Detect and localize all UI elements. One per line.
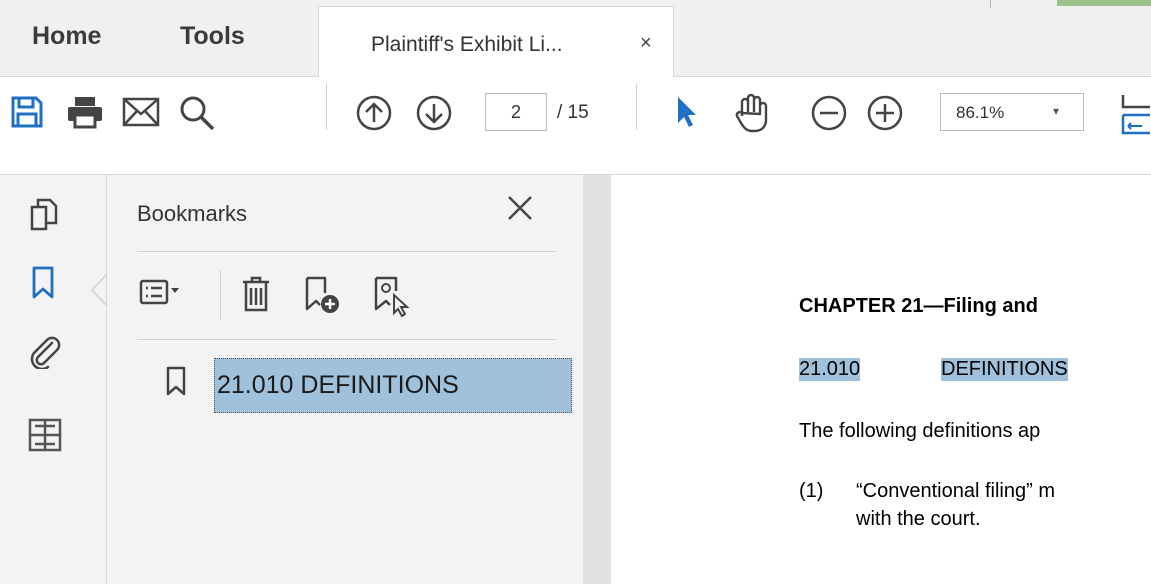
toolbar-separator bbox=[636, 84, 637, 130]
page-number-input[interactable]: 2 bbox=[485, 93, 547, 131]
search-icon[interactable] bbox=[178, 94, 216, 132]
hand-tool-icon[interactable] bbox=[732, 92, 772, 134]
layers-icon[interactable] bbox=[27, 417, 63, 453]
delete-icon[interactable] bbox=[240, 275, 272, 313]
navigation-rail bbox=[0, 175, 107, 584]
email-icon[interactable] bbox=[122, 97, 160, 127]
document-tab[interactable]: Plaintiff's Exhibit Li... × bbox=[318, 6, 674, 77]
page-down-icon[interactable] bbox=[415, 94, 453, 132]
accent-strip bbox=[1057, 0, 1151, 6]
new-bookmark-icon[interactable] bbox=[303, 275, 341, 315]
toolbar-separator bbox=[220, 270, 221, 320]
attachment-icon[interactable] bbox=[28, 335, 62, 369]
bookmark-from-selection-icon[interactable] bbox=[372, 275, 412, 317]
home-tab[interactable]: Home bbox=[32, 22, 101, 51]
zoom-select[interactable]: 86.1% ▾ bbox=[940, 93, 1084, 131]
close-icon[interactable] bbox=[505, 193, 535, 223]
fit-page-icon[interactable] bbox=[1120, 93, 1151, 135]
page-up-icon[interactable] bbox=[355, 94, 393, 132]
toolbar-separator bbox=[326, 84, 327, 130]
chapter-heading: CHAPTER 21—Filing and bbox=[799, 295, 1038, 317]
tab-bar: Home Tools Plaintiff's Exhibit Li... × bbox=[0, 0, 1151, 77]
section-title: DEFINITIONS bbox=[941, 358, 1068, 381]
bookmark-icon[interactable] bbox=[30, 265, 56, 301]
print-icon[interactable] bbox=[66, 95, 104, 129]
options-menu-icon[interactable] bbox=[139, 278, 183, 308]
document-page: CHAPTER 21—Filing and 21.010 DEFINITIONS… bbox=[611, 175, 1151, 584]
page-total: / 15 bbox=[557, 102, 589, 123]
bookmarks-panel: Bookmarks 21.010 DEFINITIONS bbox=[107, 175, 583, 584]
bookmark-item-definitions[interactable]: 21.010 DEFINITIONS bbox=[214, 358, 572, 413]
document-tab-close-button[interactable]: × bbox=[640, 32, 652, 55]
bookmark-item-icon bbox=[166, 366, 186, 396]
zoom-in-icon[interactable] bbox=[866, 94, 904, 132]
page-gutter bbox=[583, 175, 611, 584]
list-item-number: (1) bbox=[799, 480, 824, 502]
tools-tab[interactable]: Tools bbox=[180, 22, 245, 51]
save-icon[interactable] bbox=[10, 95, 44, 129]
section-number: 21.010 bbox=[799, 358, 861, 381]
panel-pointer bbox=[90, 275, 106, 305]
bookmark-item-label: 21.010 DEFINITIONS bbox=[217, 371, 459, 399]
list-item-text: with the court. bbox=[856, 508, 981, 530]
zoom-out-icon[interactable] bbox=[810, 94, 848, 132]
body-paragraph: The following definitions ap bbox=[799, 420, 1041, 442]
divider bbox=[990, 0, 991, 8]
panel-title: Bookmarks bbox=[137, 201, 248, 226]
list-item-text: “Conventional filing” m bbox=[856, 480, 1055, 502]
divider bbox=[137, 339, 555, 340]
toolbar: 2 / 15 86.1% ▾ bbox=[0, 77, 1151, 175]
divider bbox=[137, 251, 555, 252]
document-tab-label: Plaintiff's Exhibit Li... bbox=[371, 33, 563, 56]
chevron-down-icon: ▾ bbox=[1053, 104, 1060, 118]
select-arrow-icon[interactable] bbox=[672, 93, 702, 131]
pages-icon[interactable] bbox=[28, 197, 60, 231]
zoom-value: 86.1% bbox=[956, 103, 1005, 122]
